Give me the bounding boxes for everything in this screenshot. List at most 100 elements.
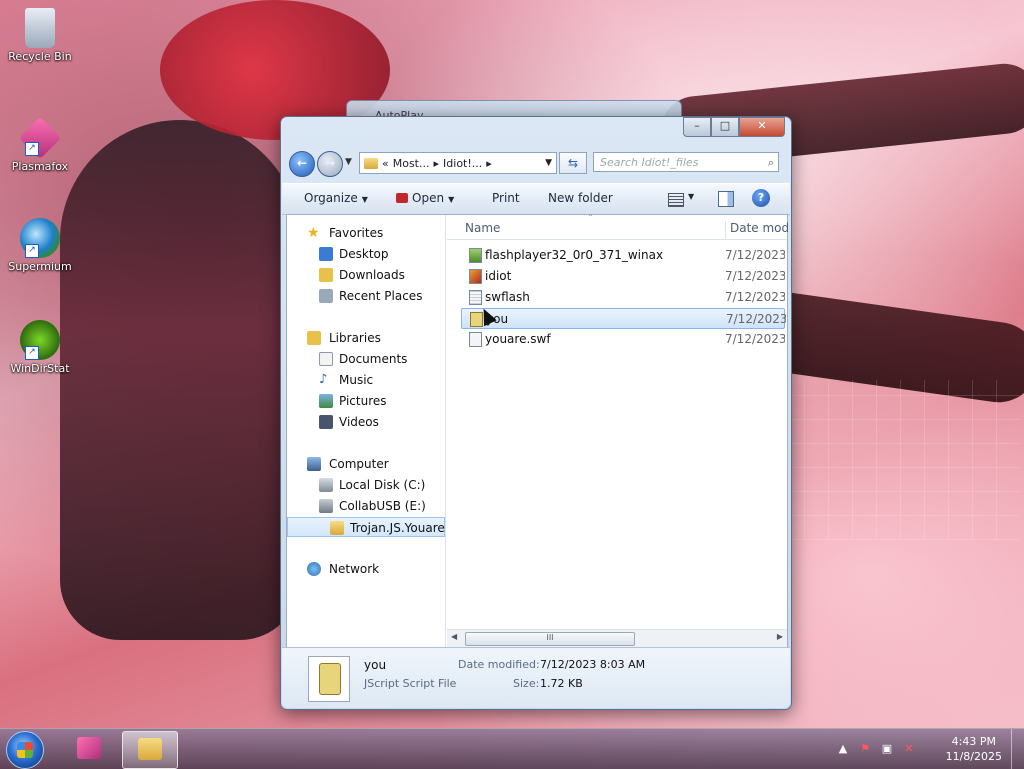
nav-label: Trojan.JS.Youarean [350,521,445,535]
nav-libraries[interactable]: Libraries [287,328,445,348]
details-size-value: 1.72 KB [540,677,583,690]
help-button[interactable]: ? [752,189,770,207]
nav-favorites[interactable]: ★ Favorites [287,223,445,243]
taskbar-app-explorer[interactable] [122,731,178,769]
refresh-icon: ⇆ [567,156,579,170]
forward-button[interactable]: → [317,151,343,177]
new-folder-button[interactable]: New folder [548,191,613,205]
clock[interactable]: 4:43 PM 11/8/2025 [946,734,1002,764]
volume-muted-icon[interactable]: ✕ [902,742,916,756]
desktop-icon-recycle-bin[interactable]: Recycle Bin [5,8,75,63]
recent-pages-dropdown[interactable]: ▼ [345,157,352,167]
horizontal-scrollbar[interactable]: ◀ III ▶ [447,629,787,647]
back-button[interactable]: ← [289,151,315,177]
nav-item-local-disk[interactable]: Local Disk (C:) [287,475,445,495]
nav-computer[interactable]: Computer [287,454,445,474]
nav-label: CollabUSB (E:) [339,499,426,513]
file-row[interactable]: youare.swf 7/12/2023 8 [461,329,785,350]
explorer-content: ★ Favorites Desktop Downloads Recent Pla… [286,213,788,648]
nav-label: Documents [339,352,408,366]
search-input[interactable]: Search Idiot!_files ⌕ [593,152,779,172]
pictures-icon [319,394,333,408]
breadcrumb-separator-icon[interactable]: ▸ [486,157,492,170]
text-file-icon [469,290,482,305]
column-header-date-modified[interactable]: Date modif [725,221,788,239]
nav-label: Favorites [329,226,384,240]
file-row[interactable]: idiot 7/12/2023 8 [461,266,785,287]
file-row[interactable]: flashplayer32_0r0_371_winax 7/12/2023 8 [461,245,785,266]
show-hidden-icons-button[interactable]: ▲ [836,742,850,756]
chevron-down-icon[interactable]: ▼ [545,158,552,168]
nav-item-recent-places[interactable]: Recent Places [287,286,445,306]
print-button[interactable]: Print [492,191,520,205]
column-header-row: ⌃ Name Date modif [447,213,788,240]
scrollbar-thumb[interactable]: III [465,632,635,646]
nav-item-videos[interactable]: Videos [287,412,445,432]
open-button[interactable]: Open ▼ [396,191,454,205]
computer-icon [307,457,321,471]
details-date-value: 7/12/2023 8:03 AM [540,658,646,671]
address-bar[interactable]: « Most... ▸ Idiot!... ▸ ▼ [359,152,557,174]
nav-item-pictures[interactable]: Pictures [287,391,445,411]
nav-label: Videos [339,415,379,429]
details-file-type: JScript Script File [364,677,457,690]
desktop-icon-windirstat[interactable]: ↗ WinDirStat [5,320,75,375]
nav-item-music[interactable]: ♪ Music [287,370,445,390]
column-header-name[interactable]: Name [465,221,500,235]
start-button[interactable] [6,731,44,769]
open-with-icon [396,193,408,203]
network-icon [307,562,321,576]
maximize-button[interactable]: □ [711,117,739,137]
desktop-icon [319,247,333,261]
recycle-bin-icon [25,8,55,48]
navigation-pane[interactable]: ★ Favorites Desktop Downloads Recent Pla… [287,215,446,647]
scroll-left-icon[interactable]: ◀ [451,632,457,641]
scroll-right-icon[interactable]: ▶ [777,632,783,641]
notification-area: ▲ ⚑ ▣ ✕ 4:43 PM 11/8/2025 [834,729,1024,769]
close-button[interactable]: ✕ [739,117,785,137]
nav-label: Pictures [339,394,387,408]
network-tray-icon[interactable]: ▣ [880,742,894,756]
show-desktop-button[interactable] [1011,729,1024,769]
desktop-icon-plasmafox[interactable]: ↗ Plasmafox [5,116,75,173]
file-date: 7/12/2023 8 [725,332,785,346]
minimize-button[interactable]: – [683,117,711,137]
refresh-button[interactable]: ⇆ [559,152,587,174]
nav-network[interactable]: Network [287,559,445,579]
preview-pane-button[interactable] [718,191,734,207]
address-chevron[interactable]: « [382,157,389,170]
folder-icon [364,157,378,169]
view-options-dropdown[interactable]: ▼ [688,192,694,201]
nav-item-collabusb[interactable]: CollabUSB (E:) [287,496,445,516]
music-icon: ♪ [319,372,328,387]
breadcrumb-item[interactable]: Most... [393,157,430,170]
drive-icon [319,478,333,492]
nav-item-desktop[interactable]: Desktop [287,244,445,264]
taskbar: ▲ ⚑ ▣ ✕ 4:43 PM 11/8/2025 [0,728,1024,769]
file-row-selected[interactable]: you 7/12/2023 8 [461,308,786,329]
desktop-icon-supermium[interactable]: ↗ Supermium [5,218,75,273]
chevron-down-icon: ▼ [448,195,455,204]
shortcut-arrow-icon: ↗ [25,244,39,258]
breadcrumb-separator-icon[interactable]: ▸ [434,157,440,170]
downloads-icon [319,268,333,282]
nav-label: Downloads [339,268,405,282]
nav-item-documents[interactable]: Documents [287,349,445,369]
file-list[interactable]: ⌃ Name Date modif flashplayer32_0r0_371_… [447,213,788,647]
desktop-icon-label: Supermium [8,260,72,273]
videos-icon [319,415,333,429]
change-view-button[interactable] [668,193,684,207]
file-row[interactable]: swflash 7/12/2023 8 [461,287,785,308]
nav-item-trojan-folder[interactable]: Trojan.JS.Youarean [287,517,445,537]
organize-button[interactable]: Organize ▼ [304,191,368,205]
nav-item-downloads[interactable]: Downloads [287,265,445,285]
breadcrumb-item[interactable]: Idiot!... [443,157,482,170]
installer-icon [469,248,482,263]
search-icon: ⌕ [767,156,774,169]
taskbar-app-plasmafox[interactable] [62,731,116,767]
details-pane: you JScript Script File Date modified: 7… [282,647,790,708]
action-center-icon[interactable]: ⚑ [858,742,872,756]
nav-label: Desktop [339,247,389,261]
search-placeholder: Search Idiot!_files [600,156,699,169]
desktop-icon-label: WinDirStat [10,362,70,375]
